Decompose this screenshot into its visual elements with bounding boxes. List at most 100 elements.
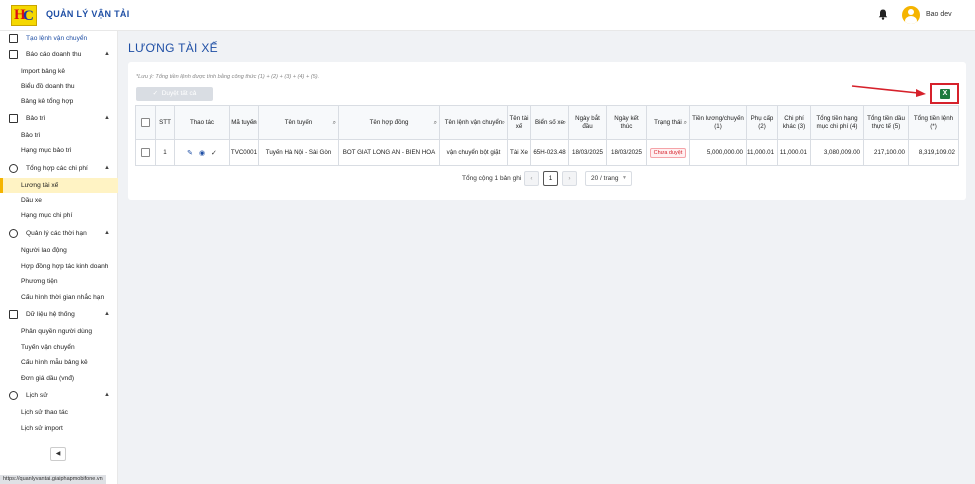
sidebar-group-deadlines[interactable]: Quản lý các thời hạn ▲	[0, 226, 118, 241]
cell-driver-name: Tài Xe	[507, 139, 531, 166]
sidebar-item-fuel[interactable]: Dầu xe	[0, 193, 118, 208]
col-fuel-total: Tổng tiền dầu thực tế (5)	[863, 105, 909, 140]
sidebar-group-revenue[interactable]: Báo cáo doanh thu ▲	[0, 47, 118, 62]
driver-salary-table: STT Thao tác Mã tuyến ⌕ Tên tuyến ⌕ Tên hợ…	[135, 105, 959, 166]
col-stt: STT	[155, 105, 175, 140]
sidebar-item-vehicles[interactable]: Phương tiện	[0, 274, 118, 289]
sidebar-group-label: Tổng hợp các chi phí	[26, 165, 88, 172]
pagination-next-button[interactable]: ›	[562, 171, 577, 186]
cell-order-total: 8,319,109.02	[908, 139, 959, 166]
sidebar-item-maintenance-category[interactable]: Hạng mục bảo trì	[0, 143, 118, 158]
history-icon	[9, 391, 18, 400]
sidebar-item-label: Lương tài xế	[21, 182, 59, 189]
chevron-up-icon: ▲	[104, 165, 110, 171]
cell-other-cost: 11,000.01	[777, 139, 811, 166]
edit-icon[interactable]: ✎	[187, 149, 193, 157]
sidebar-item-reminder-config[interactable]: Cấu hình thời gian nhắc hạn	[0, 290, 118, 305]
col-plate: Biển số xe ⌕	[530, 105, 569, 140]
sidebar-item-action-history[interactable]: Lịch sử thao tác	[0, 405, 118, 420]
chevron-left-icon: ‹	[530, 175, 533, 182]
sidebar-item-workers[interactable]: Người lao động	[0, 243, 118, 258]
pagination-current-page[interactable]: 1	[543, 171, 558, 186]
sidebar-item-import-bang-ke[interactable]: Import bảng kê	[0, 64, 118, 79]
sidebar-group-costs[interactable]: Tổng hợp các chi phí ▲	[0, 161, 118, 176]
search-icon[interactable]: ⌕	[253, 119, 256, 127]
chevron-up-icon: ▲	[104, 51, 110, 57]
sidebar-item-label: Import bảng kê	[21, 68, 65, 75]
red-arrow-annotation	[851, 85, 926, 97]
export-excel-button[interactable]: X	[930, 83, 959, 104]
sidebar-item-import-history[interactable]: Lịch sử import	[0, 421, 118, 436]
cell-start-date: 18/03/2025	[568, 139, 607, 166]
sidebar-collapse-button[interactable]: ◀	[50, 447, 66, 461]
approve-all-button[interactable]: ✓ Duyệt tất cả	[136, 87, 213, 101]
page-size-select[interactable]: 20 / trang ▼	[585, 171, 632, 186]
sidebar-item-label: Người lao động	[21, 247, 67, 254]
chevron-up-icon: ▲	[104, 230, 110, 236]
sidebar-group-label: Dữ liệu hệ thống	[26, 311, 75, 318]
sidebar-item-label: Đơn giá dầu (vnđ)	[21, 375, 75, 382]
sidebar-item-summary[interactable]: Bảng kê tổng hợp	[0, 94, 118, 109]
col-order-name: Tên lệnh vận chuyển ⌕	[439, 105, 508, 140]
col-actions: Thao tác	[174, 105, 230, 140]
sidebar-item-maintenance[interactable]: Bảo trì	[0, 128, 118, 143]
row-select-cell	[135, 139, 156, 166]
sidebar-item-label: Bảng kê tổng hợp	[21, 98, 74, 105]
col-end-date: Ngày kết thúc	[606, 105, 647, 140]
cell-end-date: 18/03/2025	[606, 139, 647, 166]
sidebar-item-cost-category[interactable]: Hạng mục chi phí	[0, 208, 118, 223]
sidebar-item-create-order[interactable]: Tạo lệnh vận chuyển	[0, 31, 118, 46]
sidebar-item-label: Phân quyền người dùng	[21, 328, 93, 335]
user-name[interactable]: Bao dev	[926, 11, 952, 18]
col-label: Biển số xe	[535, 118, 564, 126]
sidebar-item-template-config[interactable]: Cấu hình mẫu bảng kê	[0, 355, 118, 370]
chevron-up-icon: ▲	[104, 311, 110, 317]
col-label: Tên hợp đồng	[369, 118, 409, 126]
sidebar-item-revenue-chart[interactable]: Biểu đồ doanh thu	[0, 79, 118, 94]
sidebar-item-label: Lịch sử import	[21, 425, 63, 432]
app-logo[interactable]: H C	[11, 5, 37, 26]
col-label: Tên lệnh vận chuyển	[444, 118, 503, 126]
search-icon[interactable]: ⌕	[563, 119, 566, 127]
sidebar-item-label: Hạng mục chi phí	[21, 212, 73, 219]
row-checkbox[interactable]	[141, 148, 150, 157]
sidebar-item-label: Cấu hình mẫu bảng kê	[21, 359, 88, 366]
sidebar-item-label: Phương tiện	[21, 278, 58, 285]
sidebar-item-contracts[interactable]: Hợp đồng hợp tác kinh doanh	[0, 259, 118, 274]
sidebar-item-permissions[interactable]: Phân quyền người dùng	[0, 324, 118, 339]
avatar[interactable]	[902, 6, 920, 24]
pagination-prev-button[interactable]: ‹	[524, 171, 539, 186]
sidebar-item-driver-salary[interactable]: Lương tài xế	[0, 178, 118, 193]
cell-category-total: 3,080,009.00	[810, 139, 864, 166]
sidebar-group-system-data[interactable]: Dữ liệu hệ thống ▲	[0, 307, 118, 322]
search-icon[interactable]: ⌕	[333, 119, 336, 127]
sidebar-group-label: Bảo trì	[26, 115, 46, 122]
sidebar-group-history[interactable]: Lịch sử ▲	[0, 388, 118, 403]
col-start-date: Ngày bắt đầu	[568, 105, 607, 140]
sidebar-item-fuel-price[interactable]: Đơn giá dầu (vnđ)	[0, 371, 118, 386]
sidebar-group-maintenance[interactable]: Bảo trì ▲	[0, 111, 118, 126]
search-icon[interactable]: ⌕	[502, 119, 505, 127]
cell-allowance: 11,000.01	[746, 139, 778, 166]
col-other-cost: Chi phí khác (3)	[777, 105, 811, 140]
approve-check-icon[interactable]: ✓	[211, 149, 217, 157]
sidebar: Tạo lệnh vận chuyển Báo cáo doanh thu ▲ …	[0, 31, 118, 484]
sidebar-item-routes[interactable]: Tuyến vận chuyển	[0, 340, 118, 355]
table-header-row: STT Thao tác Mã tuyến ⌕ Tên tuyến ⌕ Tên hợ…	[135, 105, 959, 140]
sidebar-item-label: Hạng mục bảo trì	[21, 147, 72, 154]
pagination-total: Tổng cộng 1 bản ghi	[462, 175, 522, 182]
chevron-down-icon: ▼	[622, 175, 627, 181]
col-label: Trạng thái	[654, 118, 682, 126]
status-badge: Chưa duyệt	[649, 147, 687, 158]
eye-icon[interactable]: ◉	[199, 149, 205, 157]
clock-icon	[9, 229, 18, 238]
col-order-total: Tổng tiền lệnh (*)	[908, 105, 959, 140]
filter-icon[interactable]: ⌕	[684, 119, 687, 127]
table-row[interactable]: 1 ✎ ◉ ✓ TVC0001 Tuyến Hà Nội - Sài Gòn BOT…	[135, 139, 959, 166]
search-icon[interactable]: ⌕	[434, 119, 437, 127]
cell-fuel-total: 217,100.00	[863, 139, 909, 166]
select-all-checkbox[interactable]	[141, 117, 150, 127]
bell-icon[interactable]	[878, 9, 888, 20]
cell-stt: 1	[155, 139, 175, 166]
sidebar-item-label: Biểu đồ doanh thu	[21, 83, 75, 90]
